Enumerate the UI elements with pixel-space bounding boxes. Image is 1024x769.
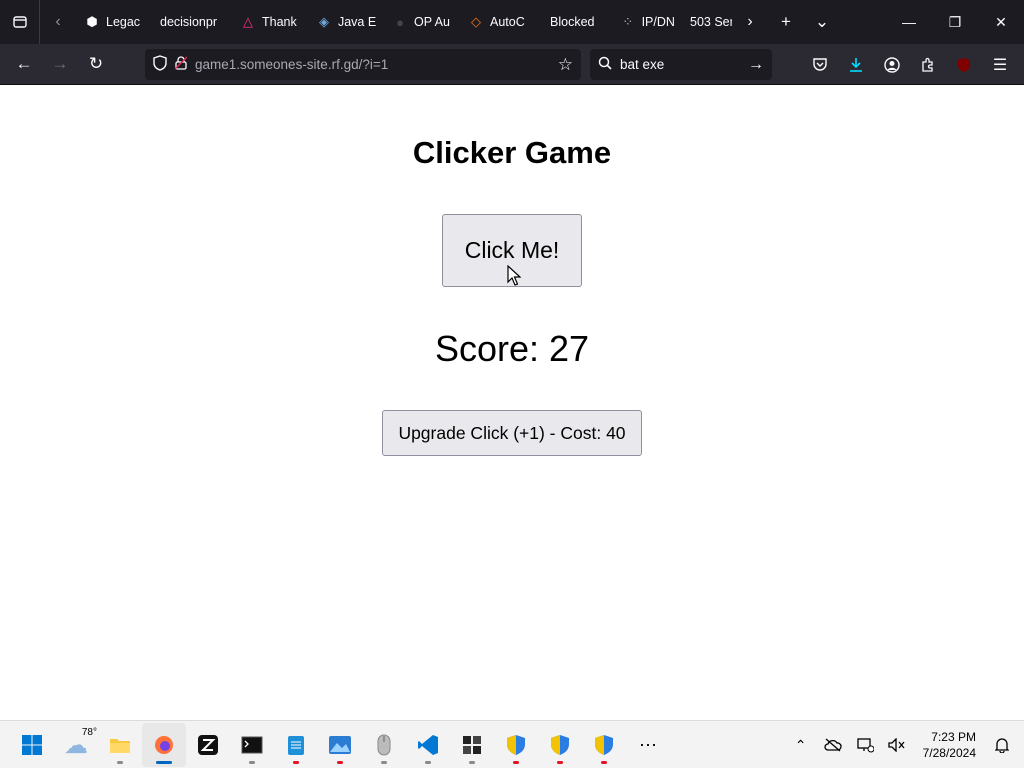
tab[interactable]: 503 Serv: [682, 0, 732, 44]
pocket-icon[interactable]: [802, 47, 838, 83]
upgrade-click-button[interactable]: Upgrade Click (+1) - Cost: 40: [382, 410, 642, 456]
file-explorer-icon[interactable]: [98, 723, 142, 767]
minimize-icon[interactable]: —: [886, 0, 932, 44]
tabs-scroll-left-icon[interactable]: ‹: [40, 0, 76, 44]
weather-widget[interactable]: ☁ 78°: [54, 723, 98, 767]
zed-app-icon[interactable]: [186, 723, 230, 767]
chevron-down-icon[interactable]: ⌄: [804, 0, 840, 44]
mouse-cursor-icon: [507, 265, 521, 286]
chevron-up-icon[interactable]: ⌃: [787, 731, 815, 759]
terminal-icon[interactable]: [230, 723, 274, 767]
tab[interactable]: △ Thank: [232, 0, 308, 44]
mouse-app-icon[interactable]: [362, 723, 406, 767]
taskbar: ☁ 78° ⋯ ⌃ 7:23 PM 7/28/2024: [0, 720, 1024, 768]
tabs-scroll-right-icon[interactable]: ›: [732, 0, 768, 44]
tabs: ⬢ Legac decisionpr △ Thank ◈ Java E ● OP…: [76, 0, 732, 44]
address-bar[interactable]: game1.someones-site.rf.gd/?i=1 ☆: [145, 49, 581, 80]
hamburger-menu-icon[interactable]: ☰: [982, 47, 1018, 83]
tab[interactable]: ● OP Au: [384, 0, 460, 44]
search-go-arrow-icon[interactable]: →: [748, 56, 764, 74]
tab-label: Thank: [262, 15, 297, 29]
ublock-origin-icon[interactable]: [946, 47, 982, 83]
download-icon[interactable]: [838, 47, 874, 83]
volume-muted-icon[interactable]: [883, 731, 911, 759]
tab-label: 503 Serv: [690, 15, 732, 29]
tab-label: OP Au: [414, 15, 450, 29]
photos-app-icon[interactable]: [318, 723, 362, 767]
firefox-icon[interactable]: [142, 723, 186, 767]
app-icon[interactable]: [450, 723, 494, 767]
more-overflow-icon[interactable]: ⋯: [626, 723, 670, 767]
running-indicator: [337, 761, 343, 764]
clock-time: 7:23 PM: [931, 730, 976, 744]
running-indicator: [381, 761, 387, 764]
start-windows-icon[interactable]: [10, 723, 54, 767]
shield-app-icon[interactable]: [538, 723, 582, 767]
vscode-icon[interactable]: [406, 723, 450, 767]
tab-label: IP/DN: [641, 15, 674, 29]
tab-label: Blocked: [550, 15, 595, 29]
network-icon[interactable]: [851, 731, 879, 759]
running-indicator: [469, 761, 475, 764]
shield-icon[interactable]: [153, 55, 167, 74]
page-title: Clicker Game: [412, 135, 612, 170]
reload-icon[interactable]: ↻: [78, 46, 114, 82]
triangle-logo-icon: △: [243, 14, 253, 29]
diamond-icon: ◇: [471, 14, 481, 29]
shield-app-icon[interactable]: [582, 723, 626, 767]
running-indicator: [249, 761, 255, 764]
system-tray: ⌃ 7:23 PM 7/28/2024: [787, 721, 1016, 769]
active-indicator: [156, 761, 172, 764]
clock[interactable]: 7:23 PM 7/28/2024: [915, 729, 984, 761]
tab[interactable]: decisionpr: [152, 0, 232, 44]
url-text[interactable]: game1.someones-site.rf.gd/?i=1: [195, 57, 550, 72]
notepad-icon[interactable]: [274, 723, 318, 767]
back-icon[interactable]: ←: [6, 46, 42, 82]
lock-icon[interactable]: [174, 56, 188, 73]
tab-label: decisionpr: [160, 15, 217, 29]
restore-icon[interactable]: ❐: [932, 0, 978, 44]
running-indicator: [601, 761, 607, 764]
tab-strip: ‹ ⬢ Legac decisionpr △ Thank ◈ Java E ● …: [0, 0, 1024, 44]
tab-label: Legac: [106, 15, 141, 29]
loading-icon: ⁘: [622, 14, 634, 29]
toolbar-right: ☰: [802, 44, 1018, 85]
onedrive-offline-icon[interactable]: [819, 731, 847, 759]
tab[interactable]: ◈ Java E: [308, 0, 384, 44]
cube-icon: ◈: [318, 14, 329, 29]
bookmark-star-icon[interactable]: ☆: [558, 55, 573, 75]
tab[interactable]: ◇ AutoC: [460, 0, 536, 44]
account-icon[interactable]: [874, 47, 910, 83]
search-bar[interactable]: bat exe →: [590, 49, 772, 80]
tab[interactable]: ⬢ Legac: [76, 0, 152, 44]
running-indicator: [425, 761, 431, 764]
shield-app-icon[interactable]: [494, 723, 538, 767]
running-indicator: [557, 761, 563, 764]
search-input[interactable]: bat exe: [620, 57, 740, 72]
tab[interactable]: Blocked: [536, 0, 612, 44]
taskbar-apps: ☁ 78° ⋯: [10, 721, 670, 769]
tab-label: AutoC: [490, 15, 525, 29]
notification-bell-icon[interactable]: [988, 731, 1016, 759]
forward-icon[interactable]: →: [42, 46, 78, 82]
tab-label: Java E: [337, 15, 376, 29]
tab-list-icon[interactable]: [0, 0, 40, 44]
running-indicator: [513, 761, 519, 764]
extensions-icon[interactable]: [910, 47, 946, 83]
score-text: Score: 27: [434, 328, 590, 369]
tab[interactable]: ⁘ IP/DN: [612, 0, 682, 44]
search-icon: [598, 56, 612, 73]
circle-icon: ●: [396, 14, 404, 30]
close-icon[interactable]: ✕: [978, 0, 1024, 44]
clock-date: 7/28/2024: [922, 746, 976, 760]
nav-bar: ← → ↻ game1.someones-site.rf.gd/?i=1 ☆ b…: [0, 44, 1024, 85]
weather-temp: 78°: [81, 727, 97, 738]
new-tab-icon[interactable]: +: [768, 0, 804, 44]
page-content: Clicker Game Click Me! Score: 27 Upgrade…: [0, 85, 1024, 720]
shield-hex-icon: ⬢: [86, 14, 98, 29]
running-indicator: [117, 761, 123, 764]
running-indicator: [293, 761, 299, 764]
